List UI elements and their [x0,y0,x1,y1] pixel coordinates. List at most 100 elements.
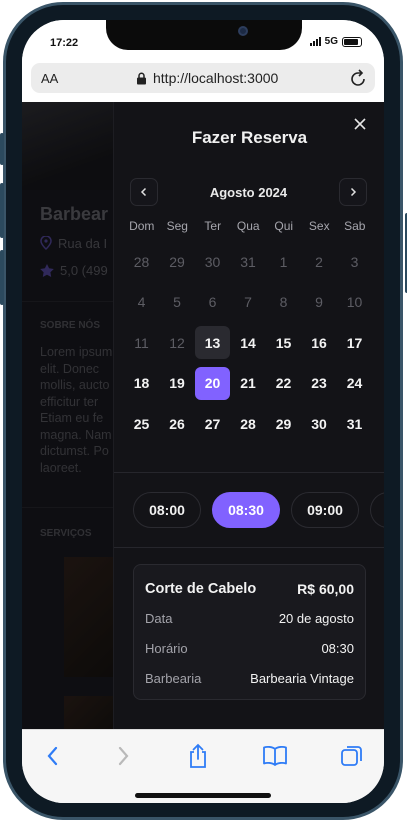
forward-button[interactable] [109,742,137,770]
summary-shop-value: Barbearia Vintage [250,671,354,686]
time-slots: 08:00 08:30 09:00 [133,492,384,528]
calendar-weekdays: Dom Seg Ter Qua Qui Sex Sab [124,219,374,233]
calendar-day[interactable]: 3 [337,245,372,278]
summary-date-row: Data 20 de agosto [145,611,354,626]
booking-sheet: Fazer Reserva Agosto 2024 Dom Seg Ter Qua Qu… [113,102,384,729]
weekday-label: Sex [308,219,330,233]
calendar-month: Agosto 2024 [209,185,288,200]
summary-price: R$ 60,00 [297,581,354,597]
calendar-day[interactable]: 27 [195,407,230,440]
calendar-day[interactable]: 21 [231,367,266,400]
divider [114,547,384,548]
calendar-day[interactable]: 4 [124,286,159,319]
share-button[interactable] [184,742,212,770]
tabs-button[interactable] [338,742,366,770]
calendar-day[interactable]: 8 [266,286,301,319]
bookmarks-button[interactable] [261,742,289,770]
calendar-day[interactable]: 25 [124,407,159,440]
signal-icon [309,37,321,46]
share-icon [190,743,206,768]
calendar-day[interactable]: 19 [160,367,195,400]
browser-address-area: AA http://localhost:3000 [22,60,384,102]
reload-button[interactable] [349,68,367,93]
calendar-day[interactable]: 23 [302,367,337,400]
web-page: Barbear Rua da I 5,0 (499 SOBRE NÓS Lore… [22,102,384,729]
calendar-day[interactable]: 26 [160,407,195,440]
calendar-day[interactable]: 11 [124,326,159,359]
notch [106,20,302,50]
time-slot-button[interactable]: 08:00 [133,492,201,528]
calendar-day[interactable]: 5 [160,286,195,319]
battery-icon [342,36,362,47]
weekday-label: Sab [344,219,366,233]
volume-down-button [0,250,4,305]
calendar-day[interactable]: 1 [266,245,301,278]
calendar-day[interactable]: 12 [160,326,195,359]
calendar-day[interactable]: 17 [337,326,372,359]
weekday-label: Seg [166,219,188,233]
summary-time-row: Horário 08:30 [145,641,354,656]
calendar-day[interactable]: 29 [160,245,195,278]
calendar-day[interactable]: 7 [231,286,266,319]
summary-date-label: Data [145,611,173,626]
device-screen: 17:22 5G AA http://localhost:3000 Barbea… [22,20,384,803]
time-slot-button[interactable] [370,492,384,528]
tabs-icon [341,746,362,766]
calendar-day[interactable]: 31 [231,245,266,278]
chevron-right-icon [118,746,129,766]
calendar-day[interactable]: 9 [302,286,337,319]
close-button[interactable] [352,116,368,132]
calendar-day[interactable]: 10 [337,286,372,319]
status-time: 17:22 [50,37,79,49]
volume-up-button [0,183,4,238]
mute-switch [0,133,4,165]
weekday-label: Dom [129,219,155,233]
calendar-day[interactable]: 14 [231,326,266,359]
calendar-day[interactable]: 29 [266,407,301,440]
chevron-right-icon [350,187,357,197]
calendar-day[interactable]: 30 [195,245,230,278]
calendar-day[interactable]: 13 [195,326,230,359]
divider [114,472,384,473]
address-bar[interactable]: AA http://localhost:3000 [31,63,375,93]
calendar-day[interactable]: 6 [195,286,230,319]
summary-date-value: 20 de agosto [278,611,354,626]
url-text: http://localhost:3000 [153,70,279,86]
summary-service: Corte de Cabelo [145,581,257,597]
weekday-label: Ter [204,219,222,233]
chevron-left-icon [47,746,58,766]
calendar-header: Agosto 2024 [130,178,367,208]
status-indicators: 5G [309,36,362,47]
time-slot-button[interactable]: 08:30 [212,492,280,528]
calendar-day[interactable]: 24 [337,367,372,400]
calendar-day[interactable]: 18 [124,367,159,400]
modal-overlay[interactable] [22,102,117,729]
calendar-day[interactable]: 16 [302,326,337,359]
calendar-day[interactable]: 20 [195,366,230,400]
weekday-label: Qui [274,219,294,233]
book-icon [263,745,287,766]
home-indicator [135,793,271,798]
calendar-day[interactable]: 28 [231,407,266,440]
summary-time-value: 08:30 [321,641,354,656]
network-label: 5G [324,36,338,47]
calendar-day[interactable]: 15 [266,326,301,359]
calendar-day[interactable]: 31 [337,407,372,440]
front-camera [238,26,248,36]
next-month-button[interactable] [339,178,367,206]
calendar-day[interactable]: 22 [266,367,301,400]
summary-shop-row: Barbearia Barbearia Vintage [145,671,354,686]
time-slot-button[interactable]: 09:00 [291,492,359,528]
calendar-day[interactable]: 2 [302,245,337,278]
lock-icon [137,72,146,84]
calendar-day[interactable]: 30 [302,407,337,440]
back-button[interactable] [39,742,67,770]
summary-shop-label: Barbearia [145,671,202,686]
calendar-day[interactable]: 28 [124,245,159,278]
booking-summary-card: Corte de Cabelo R$ 60,00 Data 20 de agos… [133,564,366,700]
summary-time-label: Horário [145,641,188,656]
barbershop-page-background: Barbear Rua da I 5,0 (499 SOBRE NÓS Lore… [22,102,117,729]
close-icon [354,118,366,130]
url-display[interactable]: http://localhost:3000 [136,70,278,86]
reader-aa-button[interactable]: AA [41,71,58,86]
